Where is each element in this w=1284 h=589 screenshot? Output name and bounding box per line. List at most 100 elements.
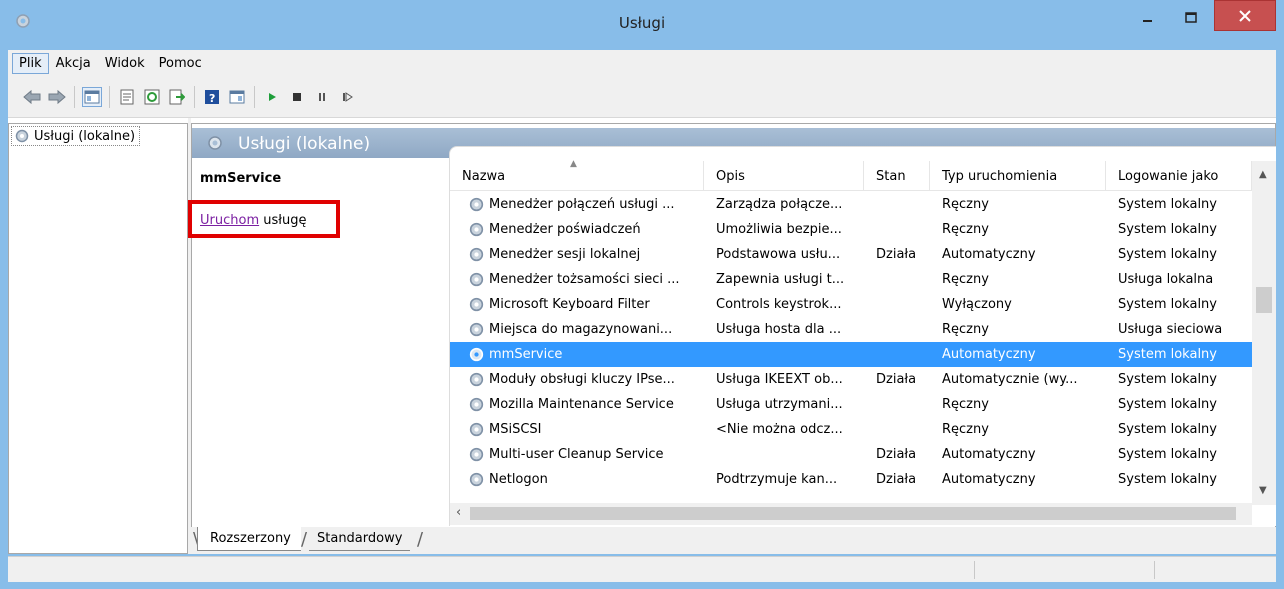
close-icon — [1239, 9, 1251, 22]
pause-service-icon[interactable] — [312, 87, 332, 107]
cell-startup-type: Ręczny — [942, 422, 989, 437]
table-row[interactable]: Multi-user Cleanup Service Działa Automaty… — [450, 442, 1252, 467]
gear-icon — [469, 422, 484, 437]
toolbar-separator — [74, 85, 75, 108]
sort-ascending-icon: ▲ — [570, 159, 577, 169]
cell-description: Zapewnia usługi t... — [716, 272, 845, 287]
scroll-thumb[interactable] — [1256, 287, 1272, 313]
scroll-thumb[interactable] — [470, 507, 1236, 520]
cell-name: mmService — [489, 347, 563, 362]
toolbar-separator — [194, 85, 195, 108]
cell-log-on-as: System lokalny — [1118, 422, 1217, 437]
forward-arrow-icon[interactable] — [47, 87, 67, 107]
cell-status: Działa — [876, 247, 917, 262]
menu-help[interactable]: Pomoc — [152, 56, 209, 71]
minimize-button[interactable] — [1128, 1, 1168, 35]
table-row[interactable]: Netlogon Podtrzymuje kan... Działa Automaty… — [450, 467, 1252, 492]
tab-standard[interactable]: Standardowy — [309, 527, 411, 551]
title-bar[interactable]: Usługi — [0, 0, 1284, 50]
restart-service-icon[interactable] — [337, 87, 357, 107]
cell-log-on-as: System lokalny — [1118, 397, 1217, 412]
menu-action[interactable]: Akcja — [49, 56, 98, 71]
close-button[interactable] — [1214, 0, 1276, 31]
column-header-row: Nazwa ▲ Opis Stan Typ uruchomienia Logow… — [450, 159, 1276, 191]
table-row[interactable]: Menedżer poświadczeń Umożliwia bezpie... R… — [450, 217, 1252, 242]
column-header-label: Stan — [876, 168, 906, 184]
cell-description: Podstawowa usłu... — [716, 247, 841, 262]
cell-description: Usługa IKEEXT ob... — [716, 372, 843, 387]
table-row[interactable]: Miejsca do magazynowani... Usługa hosta d… — [450, 317, 1252, 342]
gear-icon — [469, 322, 484, 337]
column-header-log-on-as[interactable]: Logowanie jako — [1106, 161, 1252, 191]
table-row[interactable]: Mozilla Maintenance Service Usługa utrzym… — [450, 392, 1252, 417]
horizontal-scrollbar[interactable]: ‹ — [450, 503, 1252, 525]
toolbar-separator — [109, 85, 110, 108]
cell-name: MSiSCSI — [489, 422, 542, 437]
table-row[interactable]: Microsoft Keyboard Filter Controls keystr… — [450, 292, 1252, 317]
tab-edge: / — [417, 529, 424, 550]
back-arrow-icon[interactable] — [22, 87, 42, 107]
cell-startup-type: Ręczny — [942, 272, 989, 287]
gear-icon — [469, 197, 484, 212]
cell-name: Miejsca do magazynowani... — [489, 322, 673, 337]
table-row[interactable]: Moduły obsługi kluczy IPse... Usługa IKEE… — [450, 367, 1252, 392]
cell-log-on-as: System lokalny — [1118, 297, 1217, 312]
tree-item-local-services[interactable]: Usługi (lokalne) — [11, 126, 141, 146]
status-separator — [1154, 561, 1155, 579]
table-row[interactable]: Menedżer połączeń usługi ... Zarządza poł… — [450, 192, 1252, 217]
gear-icon — [469, 347, 484, 362]
cell-name: Menedżer poświadczeń — [489, 222, 641, 237]
column-header-startup-type[interactable]: Typ uruchomienia — [930, 161, 1106, 191]
status-bar — [8, 556, 1276, 582]
tree-item-label: Usługi (lokalne) — [34, 128, 136, 144]
table-row[interactable]: Menedżer sesji lokalnej Podstawowa usłu..… — [450, 242, 1252, 267]
services-window: Usługi Plik Akcja Widok Pomoc ? Usługi (… — [0, 0, 1284, 589]
table-row-selected[interactable]: mmService Automatyczny System lokalny — [450, 342, 1252, 367]
cell-startup-type: Automatyczny — [942, 447, 1036, 462]
table-row[interactable]: MSiSCSI <Nie można odcz... Ręczny System lo… — [450, 417, 1252, 442]
table-row[interactable]: Menedżer tożsamości sieci ... Zapewnia us… — [450, 267, 1252, 292]
help-icon[interactable]: ? — [202, 87, 222, 107]
selected-service-name: mmService — [200, 171, 282, 186]
gear-icon — [469, 247, 484, 262]
maximize-button[interactable] — [1168, 1, 1214, 35]
cell-name: Moduły obsługi kluczy IPse... — [489, 372, 675, 387]
stop-service-icon[interactable] — [287, 87, 307, 107]
cell-startup-type: Ręczny — [942, 222, 989, 237]
status-separator — [974, 561, 975, 579]
column-header-label: Typ uruchomienia — [942, 168, 1058, 184]
gear-icon — [469, 472, 484, 487]
scroll-down-icon[interactable]: ▼ — [1259, 485, 1267, 496]
gear-icon — [469, 397, 484, 412]
cell-description: Umożliwia bezpie... — [716, 222, 842, 237]
refresh-icon[interactable] — [142, 87, 162, 107]
column-header-description[interactable]: Opis — [704, 161, 864, 191]
cell-description: Podtrzymuje kan... — [716, 472, 838, 487]
scroll-left-icon[interactable]: ‹ — [456, 505, 461, 520]
cell-description: <Nie można odcz... — [716, 422, 843, 437]
cell-description: Usługa hosta dla ... — [716, 322, 842, 337]
cell-name: Multi-user Cleanup Service — [489, 447, 664, 462]
cell-status: Działa — [876, 472, 917, 487]
cell-name: Menedżer tożsamości sieci ... — [489, 272, 680, 287]
gear-icon — [469, 447, 484, 462]
start-service-link[interactable]: Uruchom — [200, 213, 259, 228]
gear-icon — [469, 272, 484, 287]
properties-icon[interactable] — [117, 87, 137, 107]
menu-view[interactable]: Widok — [98, 56, 152, 71]
column-header-status[interactable]: Stan — [864, 161, 930, 191]
toolbar: ? — [8, 76, 1276, 118]
scroll-up-icon[interactable]: ▲ — [1259, 169, 1267, 180]
cell-description: Usługa utrzymani... — [716, 397, 843, 412]
column-header-name[interactable]: Nazwa ▲ — [450, 159, 704, 191]
start-service-icon[interactable] — [262, 87, 282, 107]
show-hide-console-tree-icon[interactable] — [82, 86, 102, 107]
vertical-scrollbar[interactable]: ▲ ▼ — [1252, 161, 1276, 505]
start-service-text: Uruchom usługę — [200, 213, 306, 228]
menu-file[interactable]: Plik — [12, 52, 49, 74]
extended-description-panel: mmService Uruchom usługę — [188, 158, 450, 514]
action-pane-icon[interactable] — [227, 87, 247, 107]
tab-extended[interactable]: Rozszerzony — [197, 527, 301, 551]
export-list-icon[interactable] — [167, 87, 187, 107]
cell-status: Działa — [876, 447, 917, 462]
